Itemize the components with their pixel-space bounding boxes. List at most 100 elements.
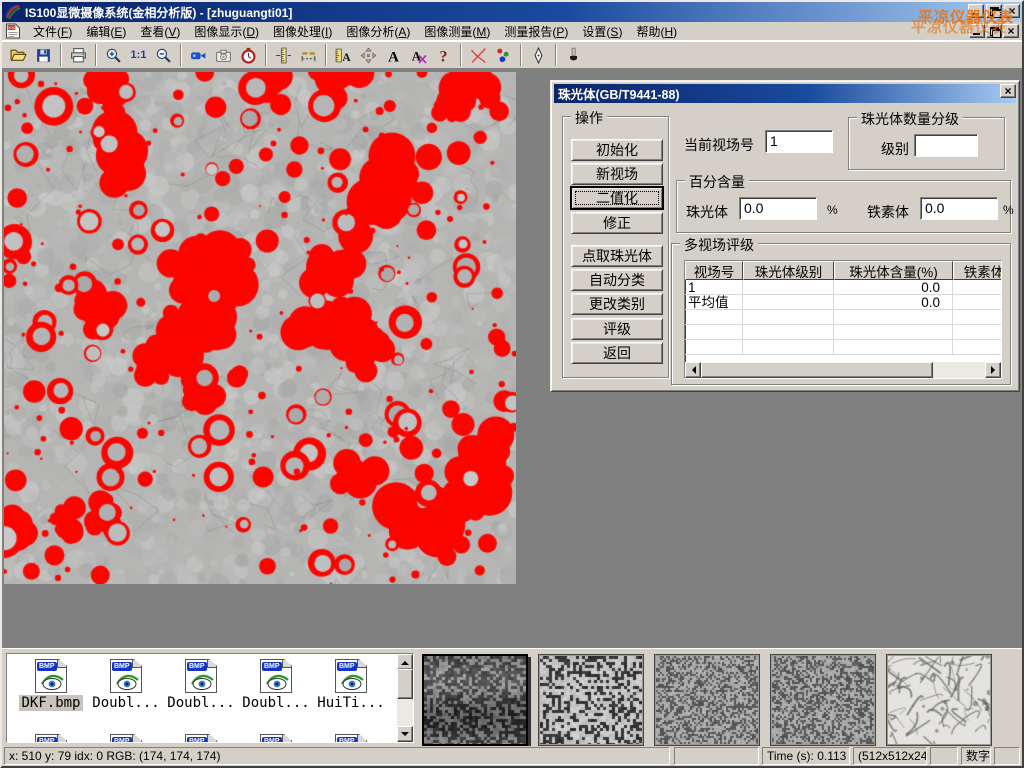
bmp-file-icon: BMP [35, 659, 67, 693]
scroll-right-button[interactable] [985, 362, 1001, 378]
metallograph-image[interactable] [4, 72, 516, 584]
file-item-partial[interactable]: BMP [90, 734, 162, 743]
file-name[interactable]: DKF.bmp [19, 695, 82, 711]
dialog-title-bar[interactable]: 珠光体(GB/T9441-88) [554, 84, 1016, 103]
grade-group: 珠光体数量分级 级别 [848, 117, 1005, 170]
pearlite-percent-input[interactable]: 0.0 [739, 197, 817, 220]
menu-report[interactable]: 测量报告(P) [497, 21, 575, 42]
timer-button[interactable] [236, 43, 261, 67]
file-item-partial[interactable]: BMP [165, 734, 237, 743]
scroll-thumb[interactable] [701, 362, 933, 378]
file-item[interactable]: BMP Doubl... [90, 659, 162, 711]
file-item-partial[interactable]: BMP [315, 734, 387, 743]
new-field-button[interactable]: 新视场 [571, 163, 663, 185]
line-measure-button[interactable] [296, 43, 321, 67]
change-class-button[interactable]: 更改类别 [571, 293, 663, 315]
thumbnail-2[interactable] [538, 654, 644, 746]
zoom-out-icon [155, 47, 172, 64]
binarize-button[interactable]: 二值化 [571, 187, 663, 209]
table-row[interactable]: 平均值 0.0 [685, 295, 1001, 310]
brush-icon [565, 47, 582, 64]
text-icon: A [385, 47, 402, 64]
file-name[interactable]: Doubl... [240, 695, 311, 711]
child-close-button[interactable] [1003, 24, 1019, 38]
col-pearlite-pct[interactable]: 珠光体含量(%) [834, 261, 953, 280]
menu-image-analysis[interactable]: 图像分析(A) [339, 21, 417, 42]
file-name[interactable]: Doubl... [90, 695, 161, 711]
file-item[interactable]: BMP DKF.bmp [15, 659, 87, 711]
help-button[interactable]: ? [431, 43, 456, 67]
file-item[interactable]: BMP Doubl... [165, 659, 237, 711]
thumbnail-4[interactable] [770, 654, 876, 746]
app-logo-icon [5, 4, 21, 20]
auto-classify-button[interactable]: 自动分类 [571, 269, 663, 291]
grade-input[interactable] [914, 134, 978, 157]
file-item-partial[interactable]: BMP [15, 734, 87, 743]
save-button[interactable] [31, 43, 56, 67]
bmp-file-icon: BMP [260, 659, 292, 693]
dialog-close-button[interactable] [1000, 84, 1016, 98]
zoom-out-button[interactable] [151, 43, 176, 67]
close-button[interactable] [1004, 4, 1020, 18]
scroll-left-button[interactable] [685, 362, 701, 378]
ferrite-percent-input[interactable]: 0.0 [920, 197, 998, 220]
menu-image-measure[interactable]: 图像测量(M) [417, 21, 497, 42]
menu-image-display[interactable]: 图像显示(D) [187, 21, 266, 42]
pearlite-percent-unit: % [827, 203, 838, 217]
child-restore-button[interactable] [986, 24, 1002, 38]
menu-settings[interactable]: 设置(S) [575, 21, 629, 42]
delete-text-button[interactable]: A [406, 43, 431, 67]
caliper-button[interactable] [271, 43, 296, 67]
curve-tool-button[interactable] [466, 43, 491, 67]
return-button[interactable]: 返回 [571, 342, 663, 364]
zoom-in-button[interactable] [101, 43, 126, 67]
document-icon[interactable]: DOC [5, 23, 22, 39]
file-name[interactable]: Doubl... [165, 695, 236, 711]
col-field-no[interactable]: 视场号 [685, 261, 743, 280]
scroll-down-button[interactable] [397, 726, 413, 742]
menu-edit[interactable]: 编辑(E) [79, 21, 133, 42]
scroll-thumb[interactable] [397, 669, 413, 699]
rate-button[interactable]: 评级 [571, 318, 663, 340]
actual-size-button[interactable]: 1:1 [126, 43, 151, 67]
menu-view[interactable]: 查看(V) [133, 21, 187, 42]
bmp-file-icon: BMP [110, 659, 142, 693]
minimize-button[interactable] [968, 4, 984, 18]
init-button[interactable]: 初始化 [571, 139, 663, 161]
child-minimize-button[interactable] [969, 24, 985, 38]
scroll-up-button[interactable] [397, 654, 413, 670]
move-tool-button[interactable] [356, 43, 381, 67]
file-name[interactable]: HuiTi... [315, 695, 386, 711]
file-item-partial[interactable]: BMP [240, 734, 312, 743]
thumbnail-5[interactable] [886, 654, 992, 746]
video-capture-button[interactable] [186, 43, 211, 67]
col-ferrite-pct[interactable]: 铁素体含量(%) [953, 261, 1002, 280]
file-item[interactable]: BMP Doubl... [240, 659, 312, 711]
menu-help[interactable]: 帮助(H) [629, 21, 684, 42]
table-hscrollbar[interactable] [685, 362, 1001, 378]
table-row-empty [685, 325, 1001, 340]
menu-image-process[interactable]: 图像处理(I) [266, 21, 339, 42]
menu-file[interactable]: 文件(F) [26, 21, 79, 42]
file-item[interactable]: BMP HuiTi... [315, 659, 387, 711]
operation-group: 操作 初始化 新视场 二值化 修正 点取珠光体 自动分类 更改类别 评级 返回 [562, 116, 669, 378]
file-list-scrollbar[interactable] [397, 654, 413, 742]
restore-button[interactable] [986, 4, 1002, 18]
marker-tool-button[interactable] [491, 43, 516, 67]
col-pearlite-grade[interactable]: 珠光体级别 [743, 261, 834, 280]
measure-label-button[interactable]: A [331, 43, 356, 67]
table-row[interactable]: 1 0.0 [685, 280, 1001, 295]
open-button[interactable] [6, 43, 31, 67]
thumbnail-3[interactable] [654, 654, 760, 746]
correct-button[interactable]: 修正 [571, 212, 663, 234]
print-button[interactable] [66, 43, 91, 67]
thumbnail-1[interactable] [422, 654, 528, 746]
status-bar: x: 510 y: 79 idx: 0 RGB: (174, 174, 174)… [2, 746, 1022, 766]
brush-tool-button[interactable] [561, 43, 586, 67]
text-tool-button[interactable]: A [381, 43, 406, 67]
probe-tool-button[interactable] [526, 43, 551, 67]
current-view-input[interactable]: 1 [765, 130, 833, 153]
rating-group: 多视场评级 视场号 珠光体级别 珠光体含量(%) 铁素体含量(%) 1 0.0 [671, 243, 1011, 385]
pick-pearlite-button[interactable]: 点取珠光体 [571, 245, 663, 267]
snapshot-button[interactable] [211, 43, 236, 67]
